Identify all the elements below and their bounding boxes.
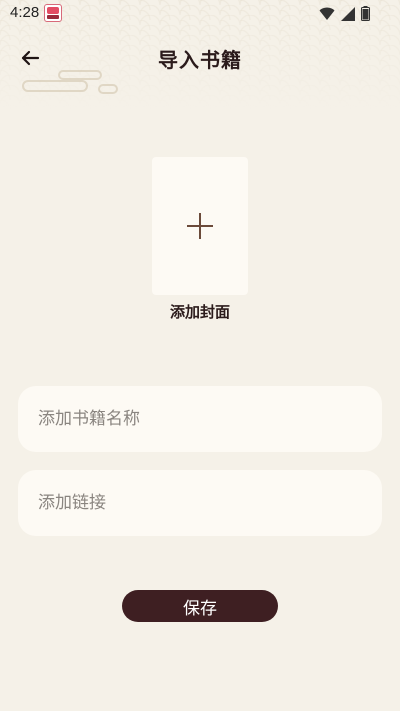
status-time: 4:28 <box>10 4 40 21</box>
cloud-decoration <box>22 80 88 92</box>
status-bar: 4:28 <box>0 0 400 28</box>
plus-icon <box>187 213 213 239</box>
link-field[interactable] <box>18 470 382 536</box>
battery-icon <box>361 6 370 21</box>
link-input[interactable] <box>36 492 364 514</box>
book-name-field[interactable] <box>18 386 382 452</box>
add-cover-button[interactable] <box>152 157 248 295</box>
book-name-input[interactable] <box>36 408 364 430</box>
cloud-decoration <box>98 84 118 94</box>
status-icons <box>319 6 370 21</box>
save-button[interactable]: 保存 <box>122 590 278 622</box>
app-notification-icon <box>44 4 62 22</box>
page-title: 导入书籍 <box>158 48 242 72</box>
add-cover-label: 添加封面 <box>169 303 230 321</box>
wifi-icon <box>319 7 335 20</box>
signal-icon <box>341 6 355 21</box>
